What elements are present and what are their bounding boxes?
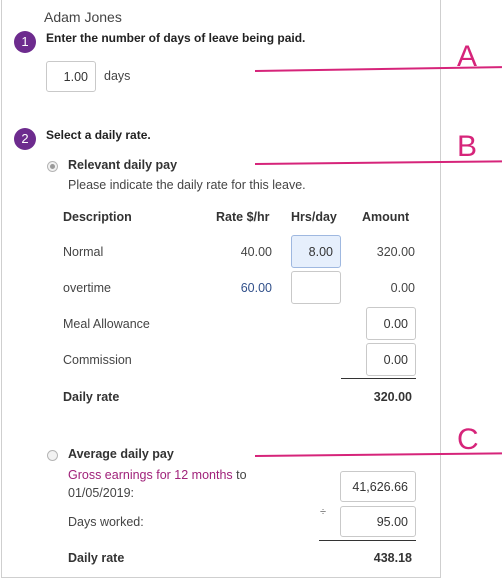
step-1-title: Enter the number of days of leave being … xyxy=(46,31,306,45)
row-normal-description: Normal xyxy=(63,245,104,259)
relevant-daily-rate-label: Daily rate xyxy=(63,390,120,404)
average-daily-rate-value: 438.18 xyxy=(373,551,412,565)
relevant-daily-pay-label: Relevant daily pay xyxy=(68,158,178,172)
commission-amount-input[interactable] xyxy=(366,343,416,376)
row-overtime-rate: 60.00 xyxy=(240,281,272,295)
row-overtime-amount: 0.00 xyxy=(390,281,415,295)
meal-allowance-amount-input[interactable] xyxy=(366,307,416,340)
total-divider xyxy=(341,378,416,379)
gross-earnings-input[interactable] xyxy=(340,471,416,502)
row-normal-amount: 320.00 xyxy=(376,245,415,259)
callout-a-label: A xyxy=(457,40,478,73)
gross-earnings-text: Gross earnings for 12 months to xyxy=(68,468,247,482)
relevant-daily-pay-radio[interactable] xyxy=(47,161,58,172)
step-2-badge: 2 xyxy=(14,128,36,150)
employee-name: Adam Jones xyxy=(44,9,122,25)
row-overtime-hrs-input[interactable] xyxy=(291,271,341,304)
row-overtime-description: overtime xyxy=(63,281,111,295)
step-1-badge: 1 xyxy=(14,31,36,53)
callout-c-label: C xyxy=(457,423,479,456)
gross-earnings-date: 01/05/2019: xyxy=(68,486,135,500)
row-normal-hrs-input[interactable] xyxy=(291,235,341,268)
relevant-daily-pay-note: Please indicate the daily rate for this … xyxy=(68,178,306,192)
row-commission-description: Commission xyxy=(63,353,132,367)
col-hrs-header: Hrs/day xyxy=(291,210,337,224)
col-description-header: Description xyxy=(63,210,132,224)
average-daily-pay-radio[interactable] xyxy=(47,450,58,461)
leave-days-input[interactable] xyxy=(46,61,96,92)
step-2-title: Select a daily rate. xyxy=(46,128,151,142)
days-unit-label: days xyxy=(104,69,131,83)
row-normal-rate: 40.00 xyxy=(240,245,272,259)
gross-earnings-link[interactable]: Gross earnings for 12 months xyxy=(68,468,233,482)
col-rate-header: Rate $/hr xyxy=(216,210,270,224)
row-meal-description: Meal Allowance xyxy=(63,317,150,331)
relevant-daily-rate-value: 320.00 xyxy=(373,390,412,404)
gross-earnings-to: to xyxy=(232,468,247,482)
days-worked-label: Days worked: xyxy=(68,515,144,529)
callout-b-label: B xyxy=(457,130,478,163)
col-amount-header: Amount xyxy=(362,210,410,224)
divide-symbol: ÷ xyxy=(320,506,327,518)
average-daily-rate-label: Daily rate xyxy=(68,551,125,565)
average-divider xyxy=(319,540,416,541)
days-worked-input[interactable] xyxy=(340,506,416,537)
average-daily-pay-label: Average daily pay xyxy=(68,447,174,461)
